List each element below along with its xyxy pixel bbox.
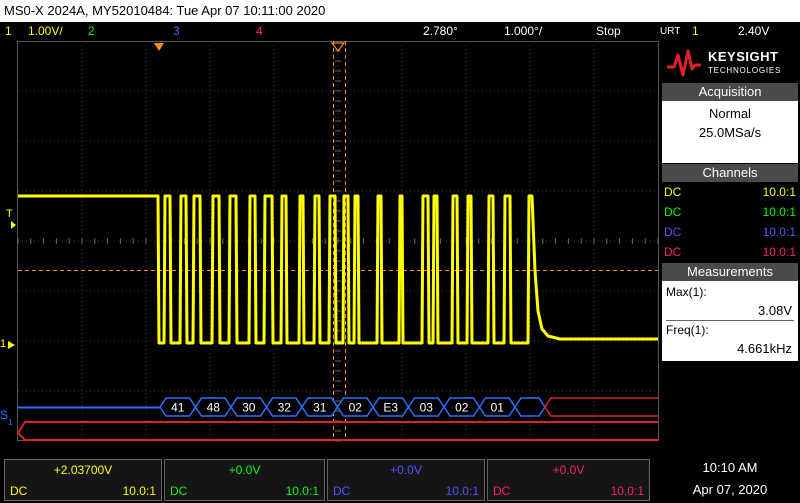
ch2-number[interactable]: 2 xyxy=(88,22,95,41)
measurements-body: Max(1): 3.08V Freq(1): 4.661kHz xyxy=(662,281,798,361)
ch4-coupling: DC xyxy=(493,484,511,498)
bus-label: S xyxy=(0,408,8,422)
waveform-display[interactable]: 41 48 30 32 31 02 E3 03 02 01 T 1 S 1 xyxy=(0,41,660,442)
side-panel: KEYSIGHT TECHNOLOGIES Acquisition Normal… xyxy=(660,41,800,442)
ch1-offset: +2.03700V xyxy=(53,463,113,477)
time-position[interactable]: 2.780° xyxy=(423,22,458,41)
trigger-channel[interactable]: 1 xyxy=(692,22,699,41)
ch4-offset: +0.0V xyxy=(552,463,585,477)
ch2-probe: 10.0:1 xyxy=(285,484,319,498)
acquisition-header[interactable]: Acquisition xyxy=(662,83,798,101)
acquisition-mode: Normal xyxy=(709,106,751,121)
keysight-wave-icon xyxy=(667,49,701,77)
bottom-bar: +2.03700V DC 10.0:1 +0.0V DC 10.0:1 +0.0… xyxy=(0,442,800,503)
status-bar: 1 1.00V/ 2 3 4 2.780° 1.000°/ Stop URT 1… xyxy=(0,22,800,41)
bus-byte-value: E3 xyxy=(383,401,398,415)
channel-1-coupling: DC xyxy=(664,185,682,199)
trigger-level-marker: T xyxy=(6,208,13,220)
ch3-offset: +0.0V xyxy=(390,463,422,477)
keysight-logo: KEYSIGHT TECHNOLOGIES xyxy=(664,43,796,83)
trigger-mode[interactable]: URT xyxy=(660,22,680,41)
bus-byte-value: 01 xyxy=(491,401,505,415)
time-scale[interactable]: 1.000°/ xyxy=(504,22,542,41)
measurements-header[interactable]: Measurements xyxy=(662,263,798,281)
measurement-2-label: Freq(1): xyxy=(666,323,709,337)
measurement-2-value: 4.661kHz xyxy=(737,341,792,356)
bus-empty-frame xyxy=(514,397,546,417)
bus-byte-value: 31 xyxy=(313,401,327,415)
channel-4-probe: 10.0:1 xyxy=(762,245,796,259)
channel-row-4[interactable]: DC 10.0:1 xyxy=(662,242,798,262)
measurement-1-label: Max(1): xyxy=(666,285,707,299)
ch1-ground-marker: 1 xyxy=(0,338,6,350)
logo-brand: KEYSIGHT xyxy=(708,49,779,64)
channel-4-coupling: DC xyxy=(664,245,682,259)
channel-2-probe: 10.0:1 xyxy=(762,205,796,219)
clock-time: 10:10 AM xyxy=(702,460,758,475)
bus-byte-value: 30 xyxy=(242,401,256,415)
ch1-offset-box[interactable]: +2.03700V DC 10.0:1 xyxy=(4,459,162,501)
channel-3-coupling: DC xyxy=(664,225,682,239)
bus-byte-value: 02 xyxy=(455,401,469,415)
ch2-coupling: DC xyxy=(170,484,188,498)
channel-row-2[interactable]: DC 10.0:1 xyxy=(662,202,798,222)
ch4-probe: 10.0:1 xyxy=(610,484,644,498)
ch3-coupling: DC xyxy=(333,484,351,498)
bus-label-sub: 1 xyxy=(8,418,13,427)
ch1-scale[interactable]: 1.00V/ xyxy=(28,22,63,41)
ch2-offset: +0.0V xyxy=(228,463,261,477)
acquisition-rate: 25.0MSa/s xyxy=(698,125,762,140)
ch2-offset-box[interactable]: +0.0V DC 10.0:1 xyxy=(164,459,325,501)
channel-3-probe: 10.0:1 xyxy=(762,225,796,239)
ch1-coupling: DC xyxy=(10,484,28,498)
ch1-probe: 10.0:1 xyxy=(122,484,156,498)
acquisition-body: Normal 25.0MSa/s xyxy=(662,101,798,163)
ch3-offset-box[interactable]: +0.0V DC 10.0:1 xyxy=(327,459,485,501)
channel-2-coupling: DC xyxy=(664,205,682,219)
logo-sub: TECHNOLOGIES xyxy=(708,66,782,75)
ch1-number[interactable]: 1 xyxy=(5,22,12,41)
channel-row-3[interactable]: DC 10.0:1 xyxy=(662,222,798,242)
run-state[interactable]: Stop xyxy=(596,22,621,41)
bus-byte-value: 41 xyxy=(171,401,185,415)
clock-date: Apr 07, 2020 xyxy=(692,482,768,497)
channel-row-1[interactable]: DC 10.0:1 xyxy=(662,182,798,202)
channel-1-probe: 10.0:1 xyxy=(762,185,796,199)
ch3-number[interactable]: 3 xyxy=(173,22,180,41)
bus-byte-value: 02 xyxy=(349,401,363,415)
channels-header[interactable]: Channels xyxy=(662,164,798,182)
bus-byte-value: 32 xyxy=(278,401,292,415)
ch4-number[interactable]: 4 xyxy=(256,22,263,41)
window-title: MS0-X 2024A, MY52010484: Tue Apr 07 10:1… xyxy=(0,0,800,22)
bus-byte-value: 03 xyxy=(420,401,434,415)
ch4-offset-box[interactable]: +0.0V DC 10.0:1 xyxy=(487,459,650,501)
measurement-divider xyxy=(666,320,794,321)
trigger-level[interactable]: 2.40V xyxy=(738,22,769,41)
measurement-1-value: 3.08V xyxy=(758,303,792,318)
bus-byte-value: 48 xyxy=(207,401,221,415)
ch3-probe: 10.0:1 xyxy=(445,484,479,498)
